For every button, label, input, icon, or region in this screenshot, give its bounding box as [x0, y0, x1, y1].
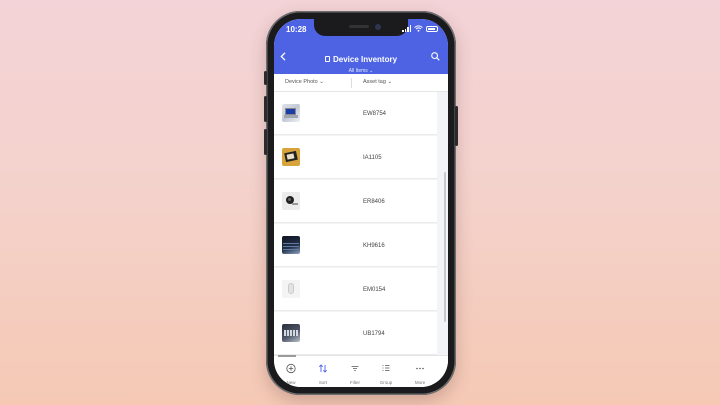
plus-circle-icon: [286, 363, 296, 374]
list-item[interactable]: IA1105: [274, 136, 437, 179]
list-icon: [324, 56, 330, 62]
list-item[interactable]: ER8406: [274, 180, 437, 223]
list-item[interactable]: KH9616: [274, 224, 437, 267]
webcam-photo: [282, 192, 300, 210]
status-time: 10:28: [286, 25, 307, 34]
asset-tag: UB1794: [363, 331, 385, 337]
column-header: Device Photo ⌄ Asset tag ⌄: [274, 74, 448, 92]
power-button: [455, 106, 458, 146]
signal-icon: [402, 25, 411, 32]
group-label: Group: [379, 380, 393, 385]
app-title: Device Inventory: [324, 54, 398, 64]
column-device-photo[interactable]: Device Photo ⌄: [285, 79, 324, 85]
column-divider: [351, 78, 352, 88]
asset-tag: IA1105: [363, 155, 382, 161]
list-item[interactable]: EW8754: [274, 92, 437, 135]
list-item[interactable]: UB1794: [274, 312, 437, 355]
more-icon: [416, 367, 424, 370]
asset-tag: EW8754: [363, 111, 387, 117]
item-list: EW8754 IA1105 ER8406 KH9616 EM0154 UB179…: [274, 92, 448, 355]
sort-button[interactable]: Sort: [308, 361, 338, 385]
tablet-photo: [282, 148, 300, 166]
phone-frame: 10:28 Device Inventory All Items ⌄ Devic…: [264, 11, 458, 395]
notch: [314, 19, 408, 36]
filter-label: Filter: [350, 380, 360, 385]
keyboard-photo: [282, 236, 300, 254]
search-icon[interactable]: [431, 52, 440, 61]
new-label: New: [286, 380, 296, 385]
phone-screen: 10:28 Device Inventory All Items ⌄ Devic…: [274, 19, 448, 387]
sort-icon: [318, 364, 328, 373]
more-button[interactable]: More: [405, 361, 435, 385]
app-title-text: Device Inventory: [332, 54, 398, 64]
toolbar-indicator: [278, 355, 296, 357]
asset-tag: KH9616: [363, 243, 385, 249]
bottom-toolbar: New Sort Filter Group More: [274, 355, 448, 387]
more-label: More: [414, 380, 426, 385]
column-asset-tag[interactable]: Asset tag ⌄: [363, 79, 392, 85]
scrollbar[interactable]: [444, 172, 446, 322]
battery-icon: [426, 25, 438, 32]
filter-icon: [351, 366, 359, 371]
volume-up-button: [264, 96, 267, 122]
asset-tag: ER8406: [363, 199, 385, 205]
group-icon: [382, 365, 390, 371]
list-item[interactable]: EM0154: [274, 268, 437, 311]
mute-switch: [264, 71, 267, 85]
status-icons: [402, 25, 438, 32]
app-title-block[interactable]: Device Inventory All Items ⌄: [274, 49, 448, 74]
laptop-photo: [282, 104, 300, 122]
new-button[interactable]: New: [276, 361, 306, 385]
app-bar: 10:28 Device Inventory All Items ⌄: [274, 19, 448, 74]
filter-button[interactable]: Filter: [340, 361, 370, 385]
wifi-icon: [414, 25, 423, 32]
volume-down-button: [264, 129, 267, 155]
mouse-photo: [282, 280, 300, 298]
asset-tag: EM0154: [363, 287, 386, 293]
group-button[interactable]: Group: [371, 361, 401, 385]
sort-label: Sort: [318, 380, 328, 385]
keyboard-photo: [282, 324, 300, 342]
